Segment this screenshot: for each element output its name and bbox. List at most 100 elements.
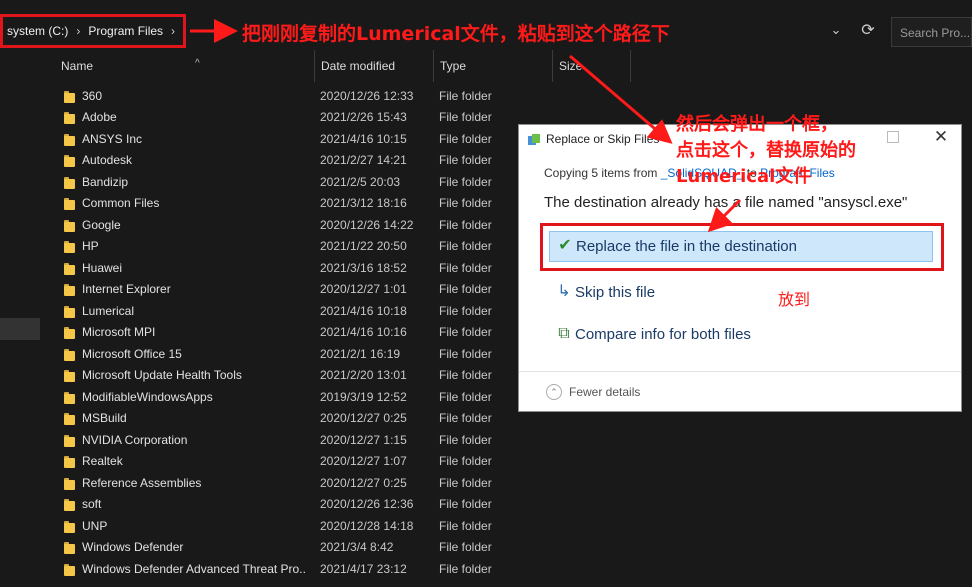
file-type: File folder (439, 282, 492, 296)
fewer-details-button[interactable]: Fewer details (569, 385, 640, 399)
table-row[interactable]: Common Files 2021/3/12 18:16 File folder (40, 193, 510, 215)
folder-icon (64, 176, 75, 189)
file-type: File folder (439, 432, 492, 447)
breadcrumb[interactable]: system (C:) › Program Files › (0, 14, 186, 48)
folder-icon (64, 155, 75, 167)
chevron-right-icon[interactable]: › (171, 24, 175, 38)
file-date: 2021/2/1 16:19 (320, 346, 401, 361)
dialog-title: Replace or Skip Files (546, 132, 660, 146)
table-row[interactable]: Internet Explorer 2020/12/27 1:01 File fol… (40, 279, 510, 301)
file-type: File folder (439, 217, 492, 232)
folder-icon (64, 284, 75, 296)
file-name: soft (82, 497, 102, 511)
file-type: File folder (439, 303, 492, 318)
file-name: HP (82, 239, 99, 253)
file-type: File folder (439, 389, 492, 404)
folder-icon (64, 520, 75, 533)
folder-icon (64, 90, 75, 103)
table-row[interactable]: ModifiableWindowsApps 2019/3/19 12:52 File… (40, 387, 510, 409)
table-row[interactable]: Windows Defender Advanced Threat Pro... 2… (40, 559, 510, 581)
table-row[interactable]: 360 2020/12/26 12:33 File folder (40, 86, 510, 108)
dialog-footer: ⌃ Fewer details (519, 371, 961, 412)
file-name: Huawei (82, 260, 123, 275)
folder-icon (64, 542, 75, 554)
table-row[interactable]: Realtek 2020/12/27 1:07 File folder (40, 451, 510, 473)
table-row[interactable]: Autodesk 2021/2/27 14:21 File folder (40, 150, 510, 172)
compare-files-option[interactable]: ⧉ Compare info for both files (549, 322, 849, 350)
table-row[interactable]: Microsoft Office 15 2021/2/1 16:19 File fo… (40, 344, 510, 366)
file-date: 2021/4/17 23:12 (320, 561, 407, 576)
file-date: 2020/12/27 0:25 (320, 411, 407, 425)
table-row[interactable]: ANSYS Inc 2021/4/16 10:15 File folder (40, 129, 510, 151)
table-row[interactable]: MSBuild 2020/12/27 0:25 File folder (40, 408, 510, 430)
chevron-up-icon[interactable]: ⌃ (546, 384, 562, 400)
file-date: 2021/3/4 8:42 (320, 540, 394, 554)
file-type: File folder (439, 561, 492, 576)
search-input[interactable]: Search Pro... (891, 17, 972, 47)
folder-icon (64, 563, 75, 576)
table-row[interactable]: Microsoft MPI 2021/4/16 10:16 File folder (40, 322, 510, 344)
column-header-type[interactable]: Type (434, 50, 553, 82)
navigation-pane[interactable] (0, 50, 40, 587)
folder-icon (64, 133, 75, 146)
table-row[interactable]: Microsoft Update Health Tools 2021/2/20 1… (40, 365, 510, 387)
file-date: 2021/2/5 20:03 (320, 174, 401, 189)
table-row[interactable]: Bandizip 2021/2/5 20:03 File folder (40, 172, 510, 194)
folder-icon (64, 391, 75, 404)
chevron-right-icon[interactable]: › (76, 24, 80, 38)
file-name: Lumerical (82, 303, 135, 318)
table-row[interactable]: soft 2020/12/26 12:36 File folder (40, 494, 510, 516)
breadcrumb-item-system-c[interactable]: system (C:) (7, 24, 68, 38)
refresh-icon[interactable]: ⟳ (856, 20, 880, 44)
file-date: 2020/12/26 14:22 (320, 217, 414, 232)
file-type: File folder (439, 325, 492, 339)
table-row[interactable]: Adobe 2021/2/26 15:43 File folder (40, 107, 510, 129)
file-type: File folder (439, 110, 492, 124)
table-row[interactable]: HP 2021/1/22 20:50 File folder (40, 236, 510, 258)
close-button[interactable]: ✕ (929, 127, 953, 149)
destination-message: The destination already has a file named… (544, 194, 908, 211)
table-row[interactable]: UNP 2020/12/28 14:18 File folder (40, 516, 510, 538)
table-row[interactable]: NVIDIA Corporation 2020/12/27 1:15 File fo… (40, 430, 510, 452)
file-date: 2020/12/27 1:01 (320, 282, 407, 296)
file-name: UNP (82, 518, 108, 533)
maximize-icon[interactable] (887, 131, 899, 143)
file-name: 360 (82, 88, 103, 103)
file-type: File folder (439, 88, 492, 103)
annotation-dialog-note: 然后会弹出一个框， 点击这个，替换原始的 Lumerical文件 (676, 114, 856, 187)
file-date: 2021/4/16 10:18 (320, 303, 407, 318)
file-name: Adobe (82, 110, 117, 124)
file-date: 2020/12/27 1:15 (320, 432, 407, 447)
annotation-side-note: 放到 (778, 290, 811, 309)
replace-file-option[interactable]: ✔ Replace the file in the destination (549, 231, 933, 262)
file-name: Autodesk (82, 153, 133, 167)
file-type: File folder (439, 475, 492, 490)
folder-icon (64, 198, 75, 210)
skip-option-label: Skip this file (575, 284, 656, 301)
file-type: File folder (439, 540, 492, 554)
file-name: Microsoft Office 15 (82, 346, 182, 361)
file-type: File folder (439, 131, 492, 146)
file-date: 2021/3/12 18:16 (320, 196, 407, 210)
breadcrumb-item-program-files[interactable]: Program Files (88, 24, 163, 38)
annotation-top-note: 把刚刚复制的Lumerical文件，粘贴到这个路径下 (242, 23, 670, 45)
column-header-size[interactable]: Size (553, 50, 631, 82)
table-row[interactable]: Huawei 2021/3/16 18:52 File folder (40, 258, 510, 280)
folder-icon (64, 477, 75, 490)
file-date: 2020/12/26 12:36 (320, 497, 414, 511)
table-row[interactable]: Windows Defender 2021/3/4 8:42 File folder (40, 537, 510, 559)
file-name: Microsoft MPI (82, 325, 156, 339)
column-header-date-modified[interactable]: Date modified (315, 50, 434, 82)
file-date: 2021/3/16 18:52 (320, 260, 407, 275)
table-row[interactable]: Lumerical 2021/4/16 10:18 File folder (40, 301, 510, 323)
file-date: 2020/12/26 12:33 (320, 88, 414, 103)
column-header-name[interactable]: Name ^ (55, 50, 315, 82)
folder-icon (64, 348, 75, 361)
chevron-down-icon[interactable]: ⌄ (826, 22, 846, 42)
skip-file-option[interactable]: ↳ Skip this file (549, 280, 809, 308)
file-name: Google (82, 217, 121, 232)
sidebar-selected-item[interactable] (0, 318, 40, 340)
table-row[interactable]: Reference Assemblies 2020/12/27 0:25 File … (40, 473, 510, 495)
table-row[interactable]: Google 2020/12/26 14:22 File folder (40, 215, 510, 237)
folder-icon (64, 456, 75, 468)
